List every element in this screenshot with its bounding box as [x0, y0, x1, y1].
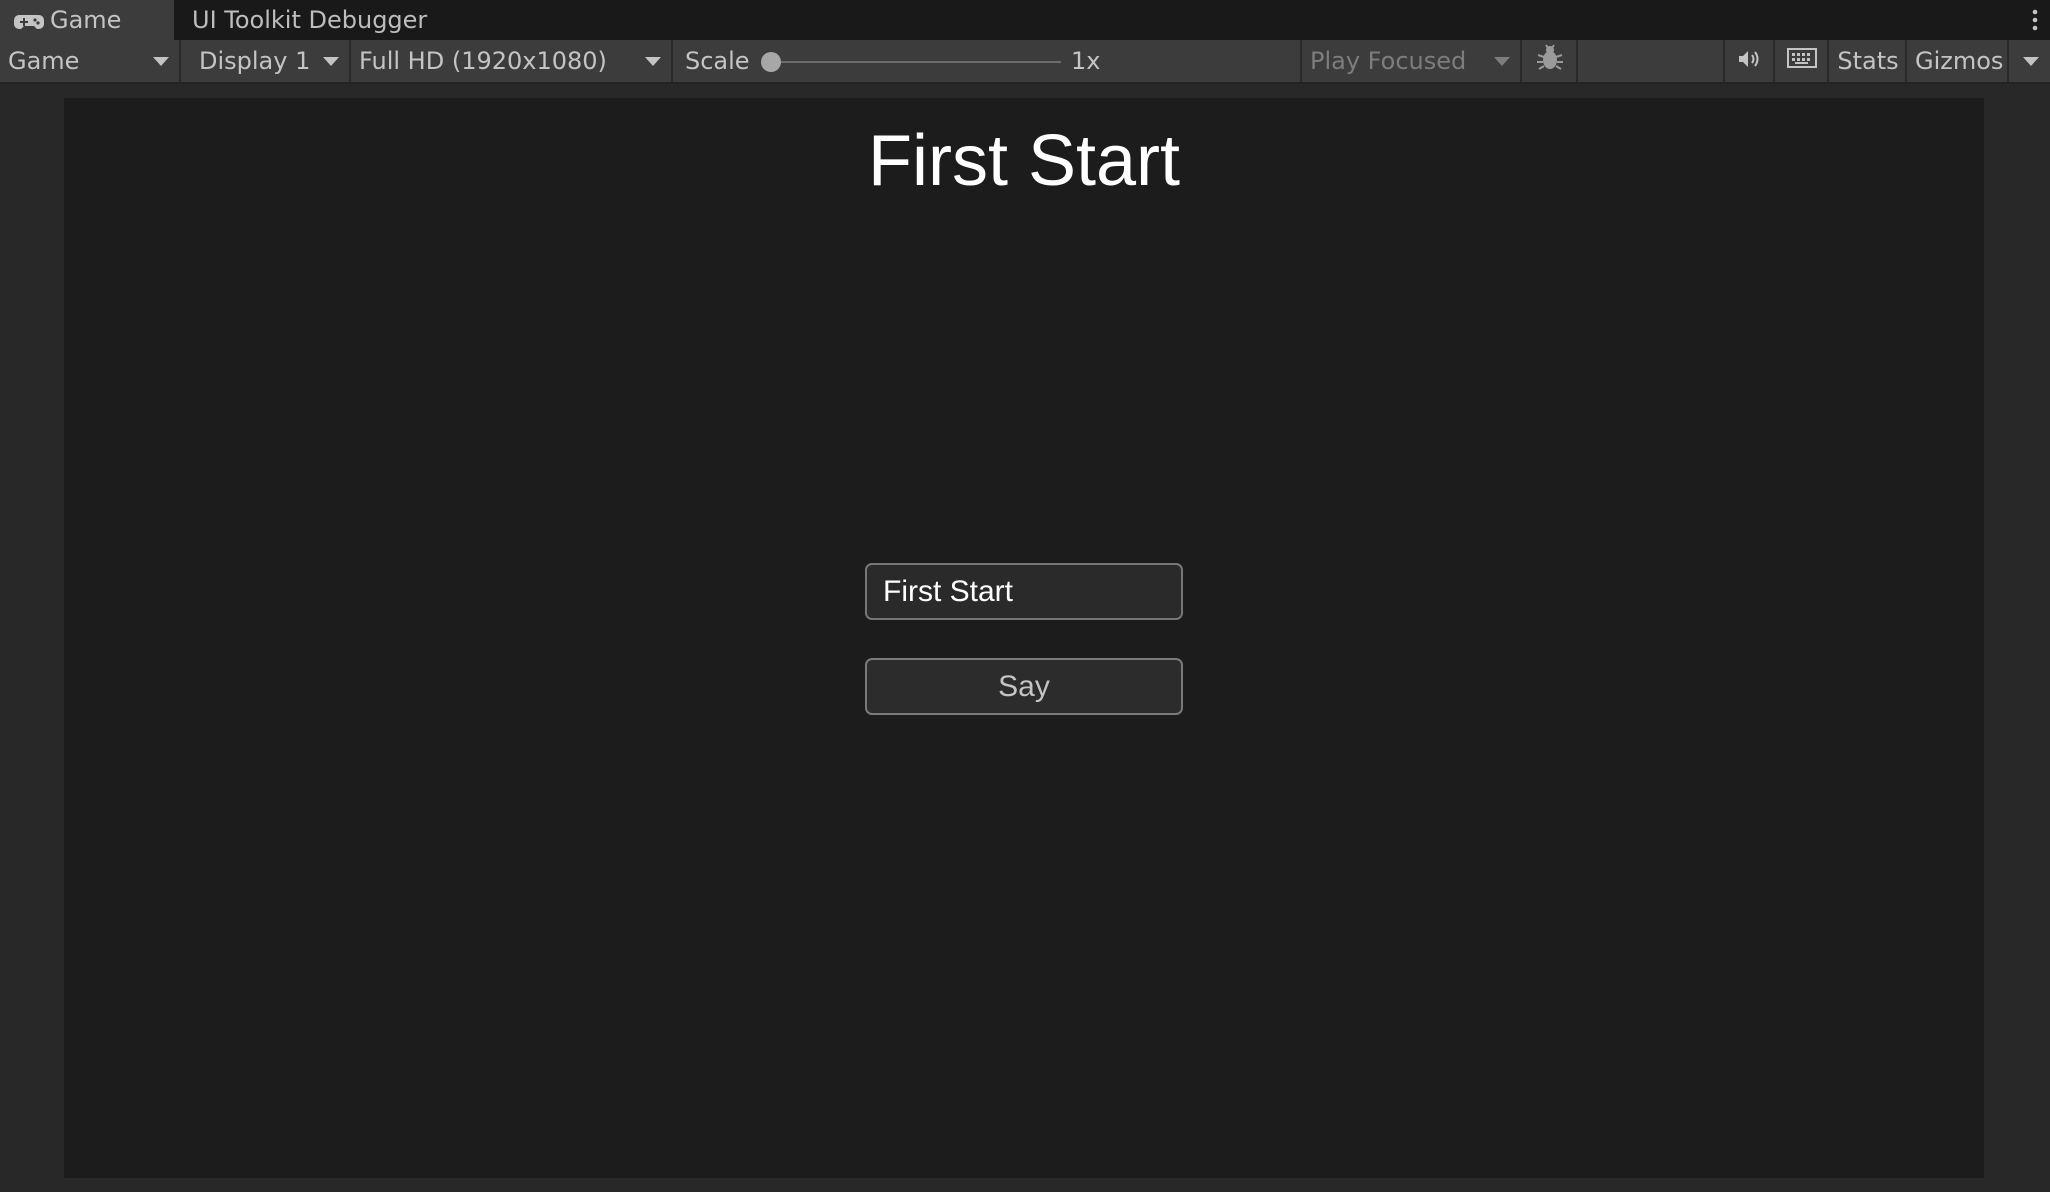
chevron-down-icon — [2022, 56, 2039, 66]
scale-control: Scale 1x — [675, 40, 1302, 82]
page-title: First Start — [867, 121, 1180, 201]
view-type-dropdown[interactable]: Game — [0, 40, 181, 82]
mute-audio-button[interactable] — [1727, 40, 1775, 82]
keyboard-shortcuts-button[interactable] — [1777, 40, 1829, 82]
toolbar-spacer — [1580, 40, 1725, 82]
text-input[interactable]: First Start — [865, 563, 1183, 620]
view-type-label: Game — [8, 47, 80, 75]
frame-debugger-button[interactable] — [1524, 40, 1578, 82]
stats-label: Stats — [1837, 47, 1899, 75]
scale-slider-handle[interactable] — [761, 52, 781, 72]
editor-tab-bar: Game UI Toolkit Debugger — [0, 0, 2050, 40]
scale-label: Scale — [685, 47, 750, 75]
gamepad-icon — [14, 10, 44, 30]
stats-button[interactable]: Stats — [1831, 40, 1907, 82]
tab-ui-toolkit-debugger[interactable]: UI Toolkit Debugger — [192, 0, 427, 40]
play-mode-dropdown[interactable]: Play Focused — [1304, 40, 1522, 82]
kebab-menu-icon[interactable] — [2020, 0, 2050, 40]
game-viewport: First Start First Start Say — [64, 98, 1984, 1178]
keyboard-icon — [1787, 47, 1817, 75]
tab-debugger-label: UI Toolkit Debugger — [192, 6, 428, 34]
play-mode-label: Play Focused — [1310, 47, 1467, 75]
gizmos-label: Gizmos — [1915, 47, 2004, 75]
chevron-down-icon — [1494, 57, 1510, 66]
tab-game[interactable]: Game — [0, 0, 174, 40]
gizmos-dropdown[interactable] — [2011, 40, 2050, 82]
scale-value: 1x — [1071, 47, 1101, 75]
display-label: Display 1 — [199, 47, 311, 75]
chevron-down-icon — [645, 57, 661, 66]
resolution-dropdown[interactable]: Full HD (1920x1080) — [353, 40, 673, 82]
chevron-down-icon — [323, 57, 339, 66]
speaker-icon — [1737, 47, 1763, 75]
say-button[interactable]: Say — [865, 658, 1183, 715]
resolution-label: Full HD (1920x1080) — [359, 47, 607, 75]
display-dropdown[interactable]: Display 1 — [183, 40, 351, 82]
bug-icon — [1536, 44, 1564, 78]
gizmos-button[interactable]: Gizmos — [1909, 40, 2009, 82]
scale-slider-track[interactable] — [771, 61, 1061, 63]
chevron-down-icon — [153, 57, 169, 66]
game-view-toolbar: Game Display 1 Full HD (1920x1080) Scale… — [0, 40, 2050, 84]
tab-game-label: Game — [50, 6, 122, 34]
